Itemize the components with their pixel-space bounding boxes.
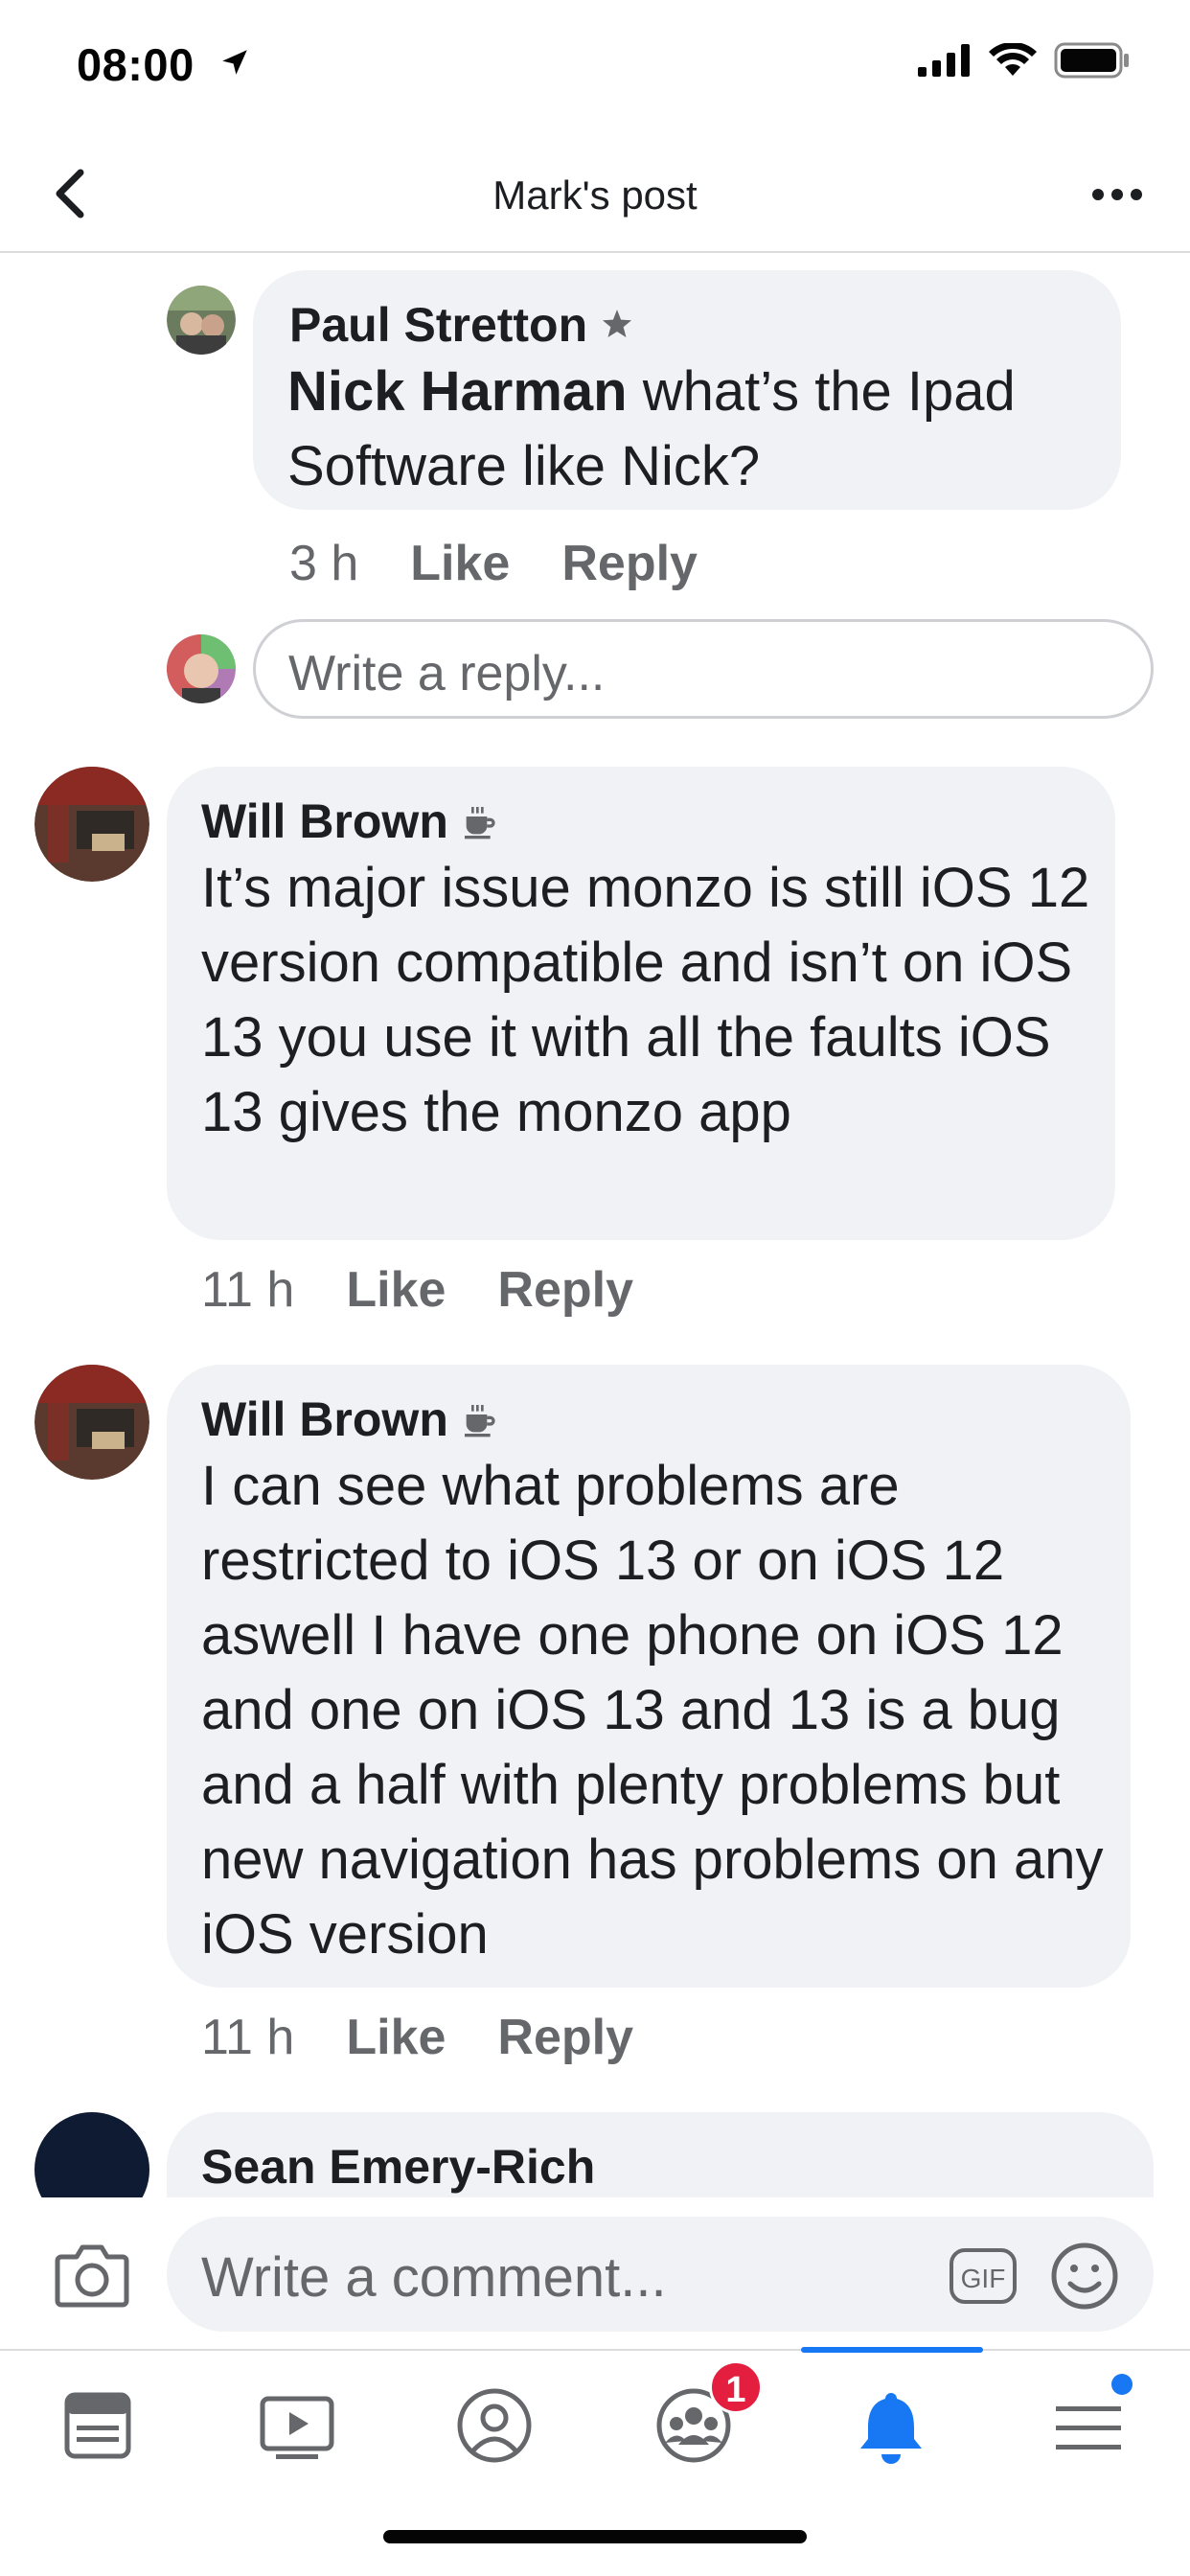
reply-input[interactable]: Write a reply... [253, 619, 1154, 719]
avatar[interactable] [34, 2112, 149, 2197]
comment-meta: 11 h Like Reply [201, 1261, 633, 1319]
current-user-avatar [167, 634, 236, 703]
comment-author[interactable]: Paul Stretton [289, 297, 635, 353]
battery-icon [1054, 42, 1129, 79]
status-indicators [918, 42, 1131, 79]
watch-tab-icon[interactable] [249, 2378, 345, 2473]
home-indicator [383, 2530, 807, 2543]
comment-text: I can see what problems are restricted t… [201, 1455, 1104, 1966]
reply-button[interactable]: Reply [497, 1261, 633, 1319]
gif-icon[interactable]: GIF [949, 2247, 1018, 2305]
comment-time: 11 h [201, 2010, 295, 2065]
comment-time: 3 h [289, 536, 359, 591]
comment-text: It’s major issue monzo is still iOS 12 v… [201, 857, 1090, 1143]
camera-icon[interactable] [54, 2240, 130, 2309]
comment-meta: 3 h Like Reply [289, 535, 698, 592]
like-button[interactable]: Like [410, 535, 510, 592]
avatar[interactable] [34, 767, 149, 882]
comment-author[interactable]: Will Brown [201, 1392, 498, 1447]
status-bar: 08:00 [0, 0, 1190, 134]
comment-author[interactable]: Sean Emery-Rich [201, 2139, 595, 2195]
like-button[interactable]: Like [346, 1261, 446, 1319]
page-title: Mark's post [492, 172, 698, 218]
location-arrow-icon [222, 50, 247, 75]
groups-badge: 1 [709, 2360, 763, 2414]
more-options-icon[interactable] [1088, 180, 1146, 209]
active-tab-indicator [801, 2347, 983, 2353]
avatar[interactable] [34, 1365, 149, 1480]
notifications-tab-icon[interactable] [843, 2378, 939, 2473]
coffee-badge-icon [464, 1405, 495, 1438]
comment-placeholder: Write a comment... [201, 2246, 667, 2309]
news-feed-tab-icon[interactable] [50, 2378, 146, 2473]
status-time: 08:00 [77, 39, 195, 90]
reply-button[interactable]: Reply [561, 535, 698, 592]
comment-meta: 11 h Like Reply [201, 2009, 633, 2066]
like-button[interactable]: Like [346, 2009, 446, 2066]
navigation-bar: Mark's post [0, 134, 1190, 253]
coffee-badge-icon [464, 807, 495, 840]
comment-composer: Write a comment... GIF [0, 2197, 1190, 2349]
comment-input[interactable]: Write a comment... GIF [167, 2217, 1154, 2332]
comments-list: Paul Stretton Nick Harman what’s the Ipa… [0, 255, 1190, 2197]
wifi-icon [989, 43, 1037, 76]
menu-notification-dot [1111, 2374, 1133, 2395]
emoji-icon[interactable] [1050, 2242, 1119, 2311]
svg-text:GIF: GIF [961, 2264, 1006, 2293]
profile-tab-icon[interactable] [446, 2378, 542, 2473]
reply-button[interactable]: Reply [497, 2009, 633, 2066]
comment-author[interactable]: Will Brown [201, 794, 498, 849]
avatar[interactable] [167, 286, 236, 355]
star-badge-icon [603, 310, 632, 337]
comment-text: Nick Harman what’s the Ipad Software lik… [287, 360, 1016, 497]
comment-time: 11 h [201, 1262, 295, 1318]
cellular-signal-icon [918, 44, 970, 77]
reply-placeholder: Write a reply... [288, 646, 606, 702]
mention-link[interactable]: Nick Harman [287, 360, 628, 423]
